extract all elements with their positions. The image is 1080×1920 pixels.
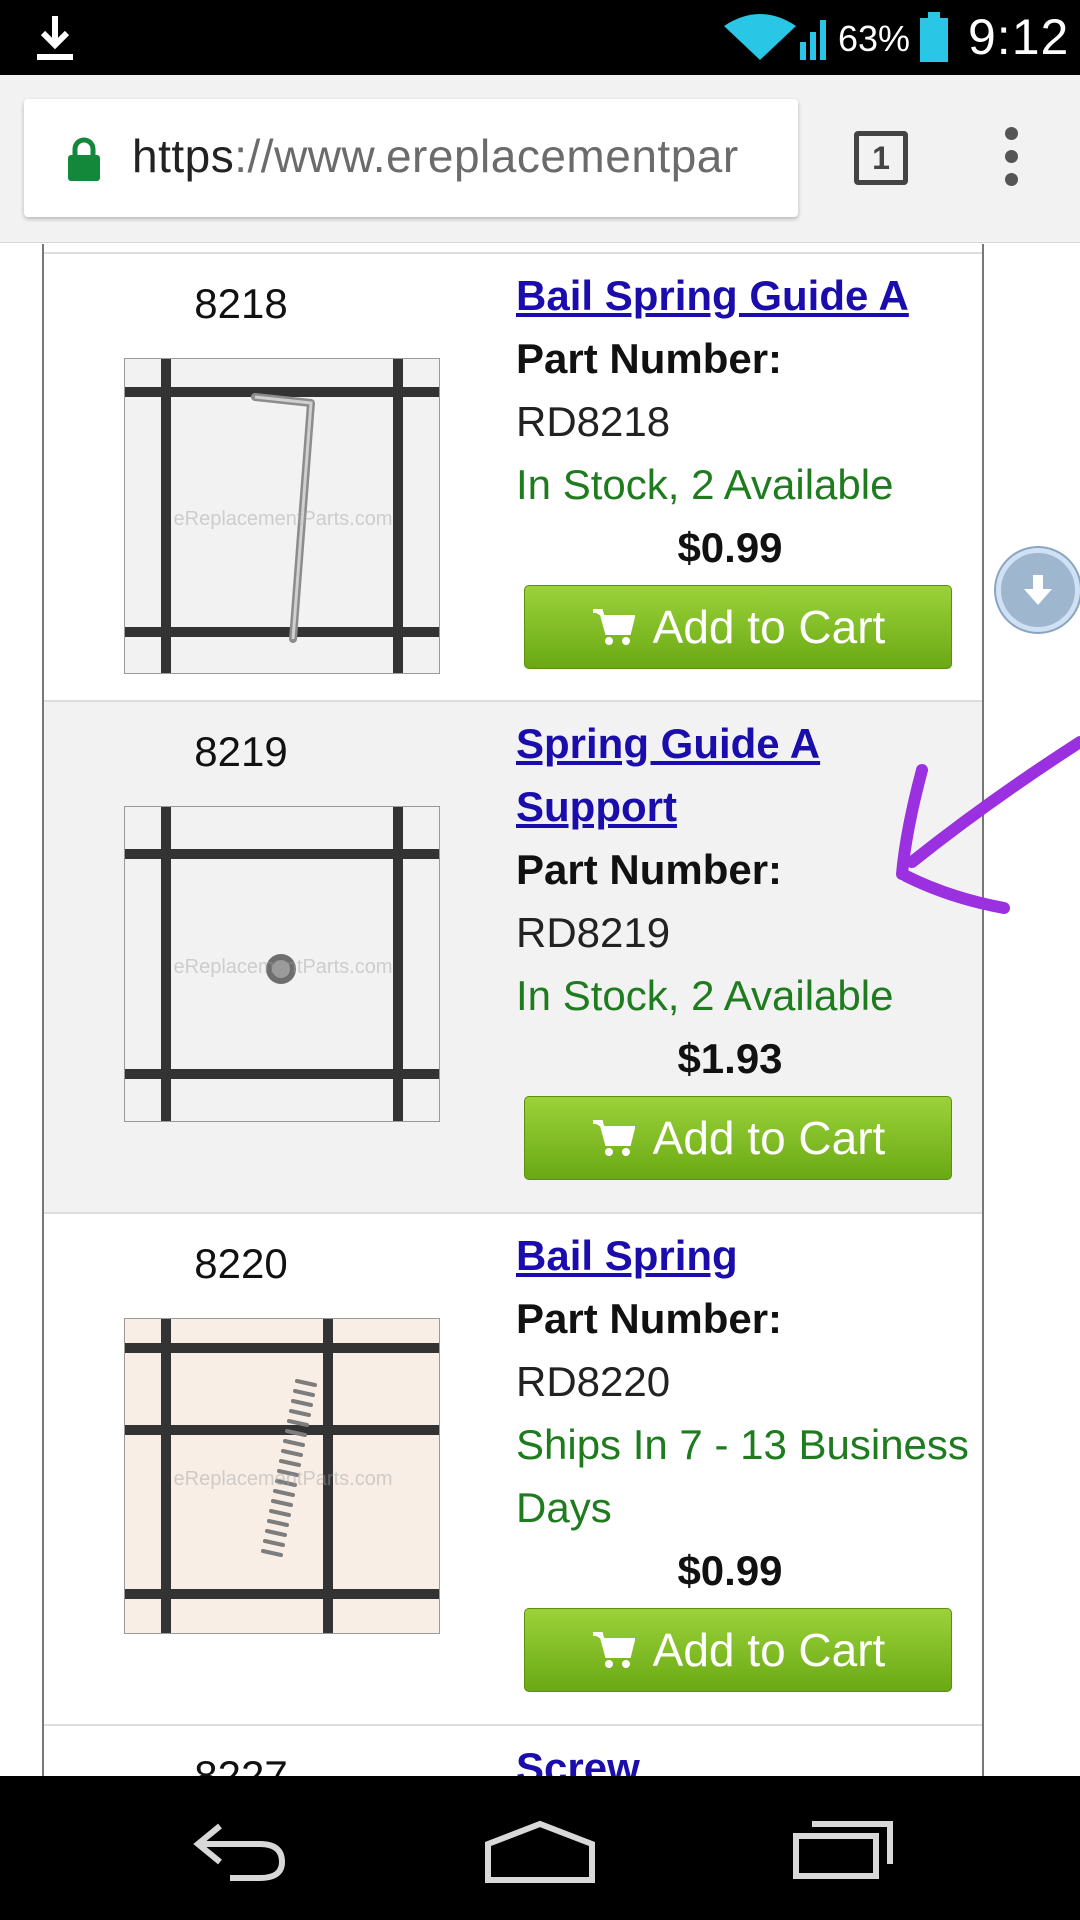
- product-info: Spring Guide A Support Part Number: RD82…: [516, 712, 976, 1180]
- table-row: 8227 Screw: [44, 1724, 982, 1776]
- cart-icon: [592, 1632, 635, 1668]
- product-name-link[interactable]: Bail Spring: [516, 1224, 976, 1287]
- availability: In Stock, 2 Available: [516, 972, 894, 1019]
- product-info: Bail Spring Part Number: RD8220 Ships In…: [516, 1224, 976, 1692]
- watermark-text: eReplacementParts.com: [174, 956, 393, 978]
- wifi-icon: [724, 14, 826, 60]
- watermark-text: eReplacementParts.com: [174, 1468, 393, 1490]
- address-bar[interactable]: https://www.ereplacementpar: [24, 99, 798, 217]
- clock: 9:12: [968, 9, 1070, 65]
- watermark-text: eReplacementParts.com: [174, 508, 393, 530]
- url-scheme: https: [132, 130, 235, 182]
- product-image[interactable]: eReplacementParts.com: [124, 806, 440, 1122]
- part-number: RD8218: [516, 398, 671, 445]
- status-bar: 63% 9:12: [0, 0, 1080, 75]
- browser-toolbar: https://www.ereplacementpar 1: [0, 75, 1080, 243]
- cart-icon: [592, 1120, 635, 1156]
- product-image[interactable]: eReplacementParts.com: [124, 358, 440, 674]
- page-content[interactable]: 8218 eReplacementParts.com Bail Spring G…: [0, 244, 1080, 1776]
- back-icon[interactable]: [190, 1814, 290, 1884]
- add-to-cart-label: Add to Cart: [652, 601, 886, 653]
- part-number-label: Part Number:: [516, 846, 783, 893]
- home-icon[interactable]: [484, 1814, 596, 1884]
- add-to-cart-button[interactable]: Add to Cart: [524, 1096, 952, 1180]
- overflow-menu-icon[interactable]: [996, 127, 1026, 189]
- add-to-cart-button[interactable]: Add to Cart: [524, 585, 952, 669]
- system-nav-bar: [0, 1776, 1080, 1920]
- price: $1.93: [677, 1035, 783, 1082]
- product-name-link[interactable]: Spring Guide A Support: [516, 712, 976, 838]
- cart-icon: [592, 609, 635, 645]
- add-to-cart-label: Add to Cart: [652, 1112, 886, 1164]
- product-name-link[interactable]: Bail Spring Guide A: [516, 264, 976, 327]
- item-number: 8220: [194, 1240, 288, 1287]
- product-info: Screw: [516, 1736, 976, 1776]
- add-to-cart-label: Add to Cart: [652, 1624, 886, 1676]
- part-number-label: Part Number:: [516, 1295, 783, 1342]
- availability: In Stock, 2 Available: [516, 461, 894, 508]
- product-name-link[interactable]: Screw: [516, 1736, 976, 1776]
- price: $0.99: [677, 524, 783, 571]
- item-number: 8218: [194, 280, 288, 327]
- tab-switcher-button[interactable]: 1: [854, 131, 908, 185]
- add-to-cart-button[interactable]: Add to Cart: [524, 1608, 952, 1692]
- part-number: RD8219: [516, 909, 671, 956]
- lock-icon: [68, 137, 100, 181]
- table-row: 8218 eReplacementParts.com Bail Spring G…: [44, 252, 982, 700]
- url-rest: ://www.ereplacementpar: [234, 130, 739, 182]
- availability: Ships In 7 - 13 Business Days: [516, 1421, 969, 1531]
- arrow-down-icon: [1024, 575, 1052, 605]
- table-row: 8219 eReplacementParts.com Spring Guide …: [44, 700, 982, 1212]
- part-number-label: Part Number:: [516, 335, 783, 382]
- parts-table: 8218 eReplacementParts.com Bail Spring G…: [42, 244, 984, 1776]
- floating-download-button[interactable]: [996, 548, 1080, 632]
- battery-icon: [920, 12, 948, 62]
- download-icon: [37, 16, 73, 60]
- table-row: 8220 eReplacementParts.com Bail Spring P…: [44, 1212, 982, 1724]
- price: $0.99: [677, 1547, 783, 1594]
- item-number: 8219: [194, 728, 288, 775]
- part-number: RD8220: [516, 1358, 671, 1405]
- product-image[interactable]: eReplacementParts.com: [124, 1318, 440, 1634]
- item-number: 8227: [194, 1752, 288, 1776]
- battery-percent: 63%: [838, 18, 911, 59]
- recents-icon[interactable]: [792, 1814, 894, 1884]
- tab-count: 1: [872, 140, 890, 176]
- product-info: Bail Spring Guide A Part Number: RD8218 …: [516, 264, 976, 669]
- url-text[interactable]: https://www.ereplacementpar: [132, 129, 739, 183]
